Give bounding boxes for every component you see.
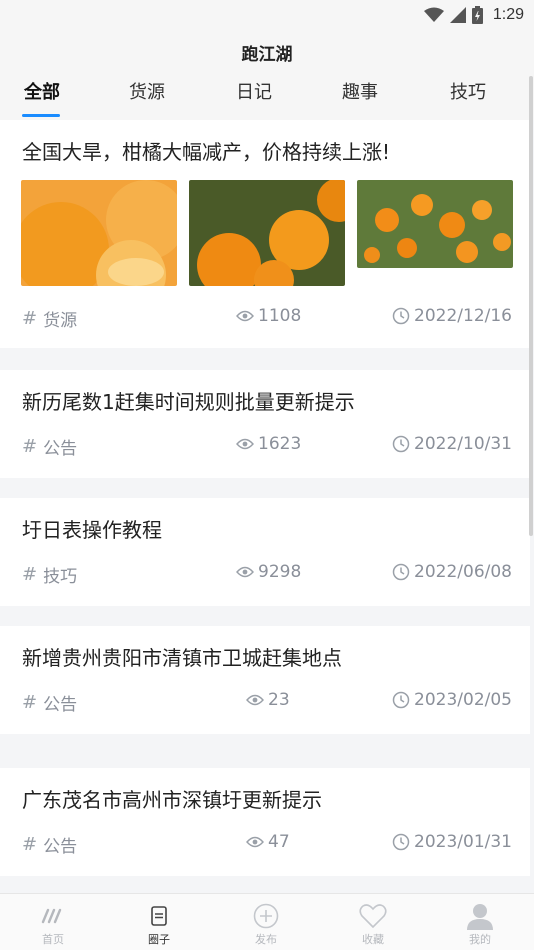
page-title: 跑江湖	[241, 45, 293, 65]
post-views-count: 23	[268, 690, 290, 710]
nav-profile[interactable]: 我的	[427, 894, 533, 950]
tab-indicator	[22, 114, 60, 117]
post-tag[interactable]: # 技巧	[22, 562, 77, 587]
wifi-icon	[423, 7, 444, 22]
post-tag-label: 公告	[43, 439, 78, 459]
signal-icon	[449, 7, 466, 23]
post-views: 1623	[236, 434, 301, 454]
nav-circle[interactable]: 圈子	[106, 894, 212, 950]
eye-icon	[246, 836, 264, 848]
nav-publish[interactable]: 发布	[213, 894, 319, 950]
post-card[interactable]: 新历尾数1赶集时间规则批量更新提示 # 公告 1623 2022/10/31	[0, 370, 530, 478]
post-tag-label: 公告	[43, 695, 78, 715]
status-bar: 1:29	[0, 0, 534, 30]
post-views: 9298	[236, 562, 301, 582]
post-meta: # 货源 1108 2022/12/16	[0, 306, 530, 331]
post-title: 圩日表操作教程	[22, 518, 162, 542]
post-date-text: 2023/01/31	[414, 832, 512, 852]
clock-icon	[392, 691, 410, 709]
post-views-count: 9298	[258, 562, 302, 582]
post-date-text: 2022/06/08	[414, 562, 512, 582]
post-image[interactable]	[189, 180, 345, 286]
tab-bar: 全部 货源 日记 趣事 技巧	[0, 78, 534, 118]
post-meta: # 技巧 9298 2022/06/08	[0, 562, 530, 587]
post-meta: # 公告 47 2023/01/31	[0, 832, 530, 857]
post-date: 2022/12/16	[392, 306, 512, 326]
nav-circle-label: 圈子	[148, 933, 170, 946]
tab-diary[interactable]: 日记	[214, 78, 294, 118]
post-views-count: 1108	[258, 306, 302, 326]
hash-icon: #	[22, 436, 38, 457]
bottom-nav: 首页 圈子 发布 收藏 我的	[0, 893, 534, 950]
post-views-count: 47	[268, 832, 290, 852]
battery-icon	[471, 6, 483, 24]
post-card[interactable]: 全国大旱，柑橘大幅减产，价格持续上涨! # 货源 1108 2022/12/16	[0, 120, 530, 348]
post-image[interactable]	[21, 180, 177, 286]
post-tag[interactable]: # 公告	[22, 832, 77, 857]
app-header: 跑江湖 全部 货源 日记 趣事 技巧	[0, 30, 534, 120]
post-tag[interactable]: # 公告	[22, 690, 77, 715]
status-icons: 1:29	[423, 4, 524, 26]
eye-icon	[236, 566, 254, 578]
post-card[interactable]: 新增贵州贵阳市清镇市卫城赶集地点 # 公告 23 2023/02/05	[0, 626, 530, 734]
post-card[interactable]: 广东茂名市高州市深镇圩更新提示 # 公告 47 2023/01/31	[0, 768, 530, 876]
hash-icon: #	[22, 308, 38, 329]
scrollbar-thumb[interactable]	[529, 76, 533, 536]
clock-icon	[392, 435, 410, 453]
plus-circle-icon	[253, 903, 279, 929]
home-icon	[41, 908, 62, 924]
post-tag-label: 技巧	[43, 567, 78, 587]
hash-icon: #	[22, 834, 38, 855]
heart-icon	[359, 904, 387, 929]
nav-publish-label: 发布	[255, 933, 277, 946]
post-date: 2022/06/08	[392, 562, 512, 582]
post-date: 2023/01/31	[392, 832, 512, 852]
user-icon	[467, 904, 493, 930]
post-date-text: 2023/02/05	[414, 690, 512, 710]
eye-icon	[246, 694, 264, 706]
tab-supply[interactable]: 货源	[107, 78, 187, 118]
post-date: 2023/02/05	[392, 690, 512, 710]
clock-icon	[392, 563, 410, 581]
nav-home-label: 首页	[42, 933, 64, 946]
post-views-count: 1623	[258, 434, 302, 454]
post-date-text: 2022/10/31	[414, 434, 512, 454]
post-tag[interactable]: # 公告	[22, 434, 77, 459]
tab-fun[interactable]: 趣事	[320, 78, 400, 118]
circle-doc-icon	[151, 906, 167, 926]
scrollbar[interactable]	[528, 76, 534, 876]
nav-profile-label: 我的	[469, 933, 491, 946]
eye-icon	[236, 438, 254, 450]
post-meta: # 公告 23 2023/02/05	[0, 690, 530, 715]
nav-favorites[interactable]: 收藏	[320, 894, 426, 950]
eye-icon	[236, 310, 254, 322]
hash-icon: #	[22, 692, 38, 713]
post-tag-label: 公告	[43, 837, 78, 857]
post-title: 全国大旱，柑橘大幅减产，价格持续上涨!	[22, 140, 391, 164]
tab-tips[interactable]: 技巧	[428, 78, 508, 118]
post-date-text: 2022/12/16	[414, 306, 512, 326]
clock-icon	[392, 307, 410, 325]
status-time: 1:29	[492, 6, 524, 23]
post-title: 新增贵州贵阳市清镇市卫城赶集地点	[22, 646, 342, 670]
nav-home[interactable]: 首页	[0, 894, 106, 950]
post-title: 新历尾数1赶集时间规则批量更新提示	[22, 390, 355, 414]
hash-icon: #	[22, 564, 38, 585]
post-views: 1108	[236, 306, 301, 326]
post-card[interactable]: 圩日表操作教程 # 技巧 9298 2022/06/08	[0, 498, 530, 606]
nav-favorites-label: 收藏	[362, 933, 384, 946]
post-title: 广东茂名市高州市深镇圩更新提示	[22, 788, 322, 812]
tab-all[interactable]: 全部	[2, 78, 82, 118]
post-views: 23	[246, 690, 290, 710]
post-meta: # 公告 1623 2022/10/31	[0, 434, 530, 459]
post-tag[interactable]: # 货源	[22, 306, 77, 331]
post-image[interactable]	[357, 180, 513, 268]
clock-icon	[392, 833, 410, 851]
post-views: 47	[246, 832, 290, 852]
post-date: 2022/10/31	[392, 434, 512, 454]
post-tag-label: 货源	[43, 311, 78, 331]
